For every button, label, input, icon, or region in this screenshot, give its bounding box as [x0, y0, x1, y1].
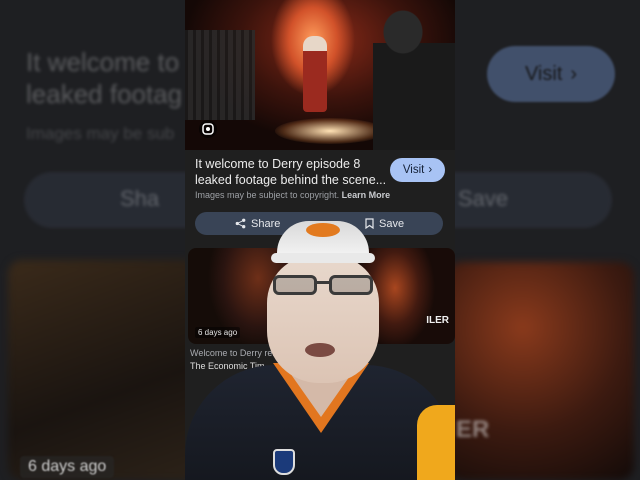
clown-figure	[303, 36, 327, 112]
bg-save-label: Save	[458, 186, 509, 211]
glasses-lens-left	[273, 275, 317, 295]
glasses	[269, 275, 377, 297]
learn-more-link[interactable]: Learn More	[342, 190, 391, 200]
jersey-stripe	[417, 405, 455, 480]
chevron-right-icon: ›	[570, 62, 578, 85]
streamer-overlay	[185, 205, 455, 480]
chevron-right-icon: ›	[428, 164, 433, 176]
camera-rig	[185, 30, 255, 120]
lens-icon[interactable]	[199, 120, 217, 138]
team-logo-icon	[306, 223, 340, 237]
glasses-lens-right	[329, 275, 373, 295]
copyright-notice: Images may be subject to copyright. Lear…	[195, 190, 390, 200]
bg-visit-button: Visit ›	[487, 46, 615, 102]
visit-label: Visit	[402, 164, 425, 176]
result-title[interactable]: It welcome to Derry episode 8 leaked foo…	[195, 157, 386, 188]
visit-button[interactable]: Visit ›	[390, 158, 445, 182]
crew-silhouette	[373, 8, 455, 150]
bg-subtitle: Images may be sub	[26, 124, 175, 143]
copyright-text: Images may be subject to copyright.	[195, 190, 340, 200]
bg-days-ago: 6 days ago	[20, 456, 115, 478]
bg-thumbnail-left	[8, 260, 198, 480]
bg-visit-label: Visit	[524, 62, 563, 85]
mouth	[305, 343, 335, 357]
bg-thumbnail-right	[448, 262, 634, 480]
result-image[interactable]	[185, 0, 455, 150]
floor-light	[275, 118, 385, 144]
bg-title: It welcome to leaked footag	[26, 47, 183, 109]
bg-share-label: Sha	[120, 186, 160, 211]
bg-thumb-overlay: ER	[456, 416, 490, 443]
cap-brim	[271, 253, 375, 263]
nfl-shield-icon	[273, 449, 295, 475]
